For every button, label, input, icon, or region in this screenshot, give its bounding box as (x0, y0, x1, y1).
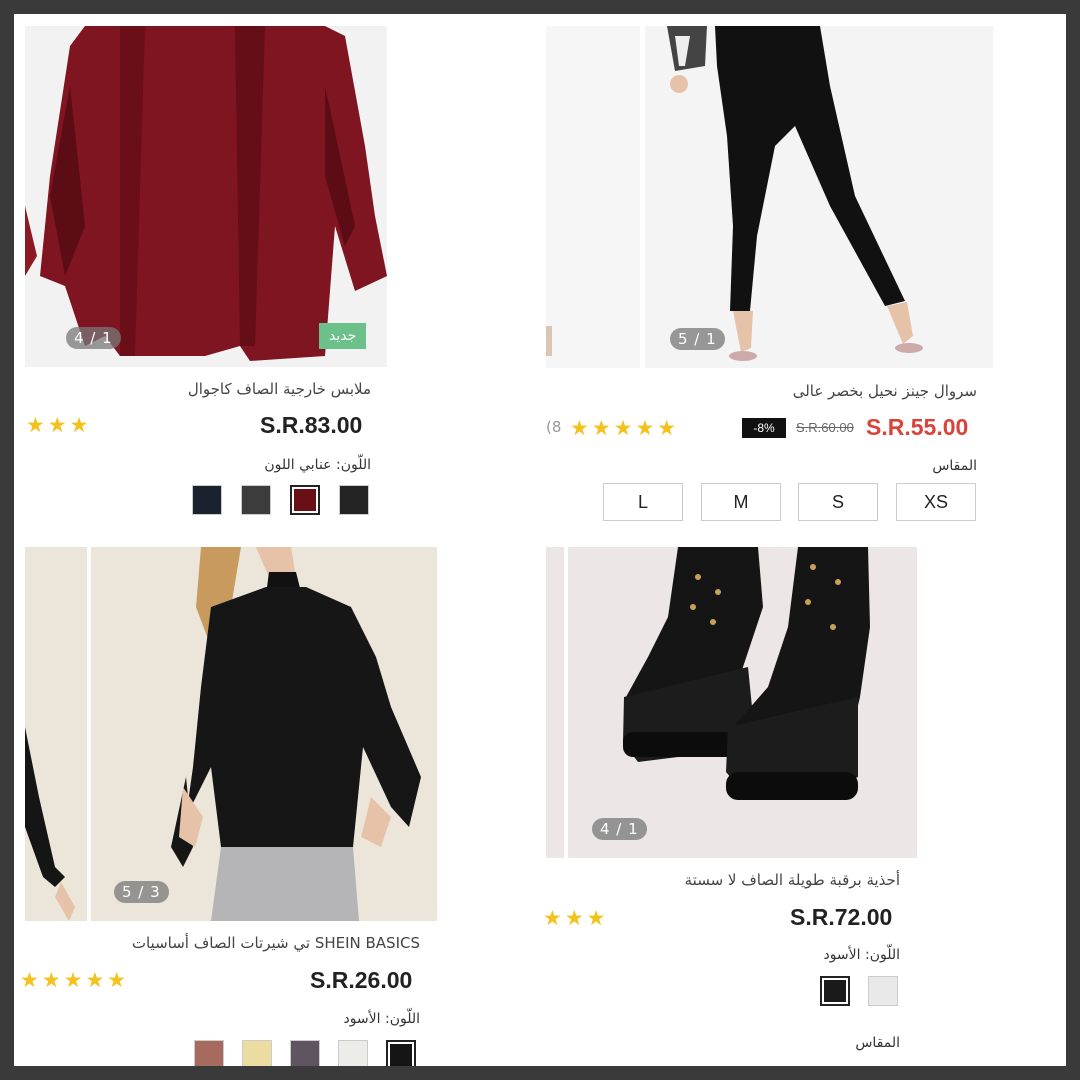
cardigan-image[interactable] (25, 26, 387, 367)
jeans-image[interactable] (645, 26, 993, 368)
product-grid: 4 / 1 جديد ملابس خارجية الصاف كاجوال ★★★… (14, 14, 1066, 1066)
turtleneck-illustration (91, 547, 437, 921)
boots-image-prev[interactable] (546, 547, 564, 858)
discount-badge: -8% (742, 418, 786, 438)
size-option-s[interactable]: S (798, 483, 878, 521)
product-price: S.R.26.00 (310, 967, 413, 993)
boots-image[interactable] (568, 547, 917, 858)
color-swatch[interactable] (192, 485, 222, 515)
image-counter: 4 / 1 (592, 818, 647, 840)
original-price: S.R.60.00 (796, 420, 854, 435)
color-swatch[interactable] (820, 976, 850, 1006)
color-swatch[interactable] (339, 485, 369, 515)
size-label: المقاس (932, 458, 977, 474)
product-title[interactable]: ملابس خارجية الصاف كاجوال (188, 380, 371, 398)
boots-illustration (568, 547, 917, 858)
color-swatch[interactable] (386, 1040, 416, 1066)
turtleneck-image[interactable] (91, 547, 437, 921)
color-swatch[interactable] (241, 485, 271, 515)
cardigan-illustration (25, 26, 387, 367)
color-swatch[interactable] (242, 1040, 272, 1066)
rating-stars: ★★★★★ (20, 968, 130, 992)
product-title[interactable]: أحذية برقبة طويلة الصاف لا سستة (685, 871, 900, 889)
rating-stars: ★★★ (543, 906, 609, 930)
jeans-illustration (645, 26, 993, 368)
product-title[interactable]: SHEIN BASICS تي شيرتات الصاف أساسيات (132, 934, 420, 952)
product-price: S.R.72.00 (790, 904, 893, 930)
size-label: المقاس (855, 1035, 900, 1051)
new-badge: جديد (319, 323, 367, 349)
color-swatch[interactable] (290, 485, 320, 515)
size-option-l[interactable]: L (603, 483, 683, 521)
image-counter: 4 / 1 (66, 327, 121, 349)
color-label: اللّون: الأسود (343, 1011, 420, 1027)
product-price: S.R.83.00 (260, 412, 363, 438)
image-counter: 5 / 1 (670, 328, 725, 350)
color-label: اللّون: عنابي اللون (264, 457, 371, 473)
jeans-prev-illustration (546, 26, 640, 368)
jeans-image-prev[interactable] (546, 26, 640, 368)
turtleneck-prev-illustration (25, 547, 87, 921)
review-count: (8 (546, 418, 562, 436)
size-option-xs[interactable]: XS (896, 483, 976, 521)
image-counter: 5 / 3 (114, 881, 169, 903)
turtleneck-image-prev[interactable] (25, 547, 87, 921)
product-title[interactable]: سروال جينز نحيل بخصر عالى (793, 382, 977, 400)
sale-price: S.R.55.00 (866, 414, 969, 440)
color-label: اللّون: الأسود (823, 947, 900, 963)
rating-stars: ★★★ (26, 413, 92, 437)
rating-stars: ★★★★★ (570, 416, 680, 440)
size-option-m[interactable]: M (701, 483, 781, 521)
color-swatch[interactable] (290, 1040, 320, 1066)
color-swatch[interactable] (338, 1040, 368, 1066)
color-swatch[interactable] (868, 976, 898, 1006)
color-swatch[interactable] (194, 1040, 224, 1066)
